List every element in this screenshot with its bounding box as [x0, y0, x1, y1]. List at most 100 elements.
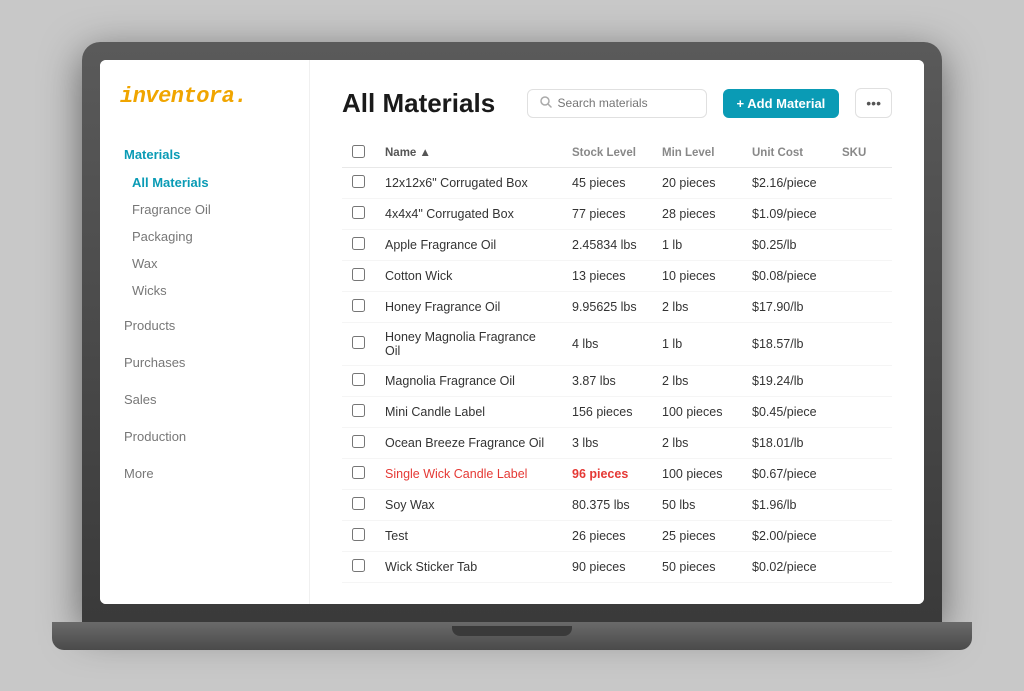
- cell-cost: $18.57/lb: [742, 322, 832, 365]
- row-checkbox-12[interactable]: [352, 559, 365, 572]
- table-row: Cotton Wick 13 pieces 10 pieces $0.08/pi…: [342, 260, 892, 291]
- sidebar-item-all-materials[interactable]: All Materials: [120, 172, 289, 193]
- main-header: All Materials + Add Material •••: [342, 88, 892, 119]
- sidebar-item-wicks[interactable]: Wicks: [120, 280, 289, 301]
- header-name[interactable]: Name ▲: [375, 139, 562, 168]
- cell-cost: $2.16/piece: [742, 167, 832, 198]
- table-body: 12x12x6" Corrugated Box 45 pieces 20 pie…: [342, 167, 892, 582]
- row-checkbox-0[interactable]: [352, 175, 365, 188]
- cell-name: Single Wick Candle Label: [375, 458, 562, 489]
- cell-cost: $0.45/piece: [742, 396, 832, 427]
- row-checkbox-cell[interactable]: [342, 322, 375, 365]
- sidebar-item-more[interactable]: More: [120, 461, 289, 486]
- header-stock[interactable]: Stock Level: [562, 139, 652, 168]
- add-material-button[interactable]: + Add Material: [723, 89, 840, 118]
- row-checkbox-cell[interactable]: [342, 551, 375, 582]
- sidebar-item-production[interactable]: Production: [120, 424, 289, 449]
- cell-cost: $17.90/lb: [742, 291, 832, 322]
- cell-cost: $2.00/piece: [742, 520, 832, 551]
- cell-min: 20 pieces: [652, 167, 742, 198]
- row-checkbox-cell[interactable]: [342, 458, 375, 489]
- cell-sku: [832, 167, 892, 198]
- materials-table: Name ▲ Stock Level Min Level Unit Cost S…: [342, 139, 892, 583]
- laptop-base: [52, 622, 972, 650]
- cell-name: Mini Candle Label: [375, 396, 562, 427]
- sidebar-item-wax[interactable]: Wax: [120, 253, 289, 274]
- cell-sku: [832, 520, 892, 551]
- cell-sku: [832, 260, 892, 291]
- cell-sku: [832, 229, 892, 260]
- row-checkbox-2[interactable]: [352, 237, 365, 250]
- cell-stock: 2.45834 lbs: [562, 229, 652, 260]
- cell-sku: [832, 291, 892, 322]
- row-checkbox-6[interactable]: [352, 373, 365, 386]
- search-input[interactable]: [558, 96, 688, 110]
- cell-min: 1 lb: [652, 229, 742, 260]
- row-checkbox-cell[interactable]: [342, 396, 375, 427]
- row-checkbox-8[interactable]: [352, 435, 365, 448]
- table-row: Soy Wax 80.375 lbs 50 lbs $1.96/lb: [342, 489, 892, 520]
- row-checkbox-7[interactable]: [352, 404, 365, 417]
- main-content: All Materials + Add Material •••: [310, 60, 924, 604]
- logo-text: inventora: [120, 84, 234, 109]
- table-row: Ocean Breeze Fragrance Oil 3 lbs 2 lbs $…: [342, 427, 892, 458]
- cell-stock: 156 pieces: [562, 396, 652, 427]
- row-checkbox-11[interactable]: [352, 528, 365, 541]
- sidebar-item-packaging[interactable]: Packaging: [120, 226, 289, 247]
- row-checkbox-cell[interactable]: [342, 167, 375, 198]
- cell-stock: 3 lbs: [562, 427, 652, 458]
- select-all-checkbox[interactable]: [352, 145, 365, 158]
- row-checkbox-cell[interactable]: [342, 365, 375, 396]
- cell-min: 2 lbs: [652, 365, 742, 396]
- laptop-wrapper: inventora. Materials All Materials Fragr…: [52, 42, 972, 650]
- cell-min: 10 pieces: [652, 260, 742, 291]
- header-min[interactable]: Min Level: [652, 139, 742, 168]
- table-row: 12x12x6" Corrugated Box 45 pieces 20 pie…: [342, 167, 892, 198]
- sidebar-materials-section[interactable]: Materials: [120, 147, 289, 162]
- cell-name: Apple Fragrance Oil: [375, 229, 562, 260]
- row-checkbox-cell[interactable]: [342, 229, 375, 260]
- cell-sku: [832, 489, 892, 520]
- row-checkbox-cell[interactable]: [342, 198, 375, 229]
- laptop-screen: inventora. Materials All Materials Fragr…: [100, 60, 924, 604]
- cell-name: Test: [375, 520, 562, 551]
- cell-name: 12x12x6" Corrugated Box: [375, 167, 562, 198]
- cell-min: 50 pieces: [652, 551, 742, 582]
- row-checkbox-cell[interactable]: [342, 260, 375, 291]
- cell-cost: $18.01/lb: [742, 427, 832, 458]
- sidebar-item-fragrance-oil[interactable]: Fragrance Oil: [120, 199, 289, 220]
- cell-sku: [832, 551, 892, 582]
- cell-name: Wick Sticker Tab: [375, 551, 562, 582]
- more-options-button[interactable]: •••: [855, 88, 892, 118]
- sidebar-item-products[interactable]: Products: [120, 313, 289, 338]
- search-box[interactable]: [527, 89, 707, 118]
- row-checkbox-10[interactable]: [352, 497, 365, 510]
- header-cost[interactable]: Unit Cost: [742, 139, 832, 168]
- laptop-screen-bezel: inventora. Materials All Materials Fragr…: [82, 42, 942, 622]
- sidebar-item-sales[interactable]: Sales: [120, 387, 289, 412]
- sidebar-item-purchases[interactable]: Purchases: [120, 350, 289, 375]
- table-row: 4x4x4" Corrugated Box 77 pieces 28 piece…: [342, 198, 892, 229]
- table-row: Wick Sticker Tab 90 pieces 50 pieces $0.…: [342, 551, 892, 582]
- cell-name: Honey Fragrance Oil: [375, 291, 562, 322]
- cell-name: Ocean Breeze Fragrance Oil: [375, 427, 562, 458]
- row-checkbox-cell[interactable]: [342, 427, 375, 458]
- table-row: Magnolia Fragrance Oil 3.87 lbs 2 lbs $1…: [342, 365, 892, 396]
- cell-name: Soy Wax: [375, 489, 562, 520]
- row-checkbox-cell[interactable]: [342, 520, 375, 551]
- cell-cost: $19.24/lb: [742, 365, 832, 396]
- cell-stock: 4 lbs: [562, 322, 652, 365]
- row-checkbox-4[interactable]: [352, 299, 365, 312]
- cell-name: Magnolia Fragrance Oil: [375, 365, 562, 396]
- row-checkbox-1[interactable]: [352, 206, 365, 219]
- row-checkbox-cell[interactable]: [342, 291, 375, 322]
- row-checkbox-cell[interactable]: [342, 489, 375, 520]
- row-checkbox-9[interactable]: [352, 466, 365, 479]
- row-checkbox-5[interactable]: [352, 336, 365, 349]
- cell-stock: 26 pieces: [562, 520, 652, 551]
- cell-min: 100 pieces: [652, 396, 742, 427]
- row-checkbox-3[interactable]: [352, 268, 365, 281]
- cell-cost: $0.08/piece: [742, 260, 832, 291]
- header-sku[interactable]: SKU: [832, 139, 892, 168]
- table-row: Test 26 pieces 25 pieces $2.00/piece: [342, 520, 892, 551]
